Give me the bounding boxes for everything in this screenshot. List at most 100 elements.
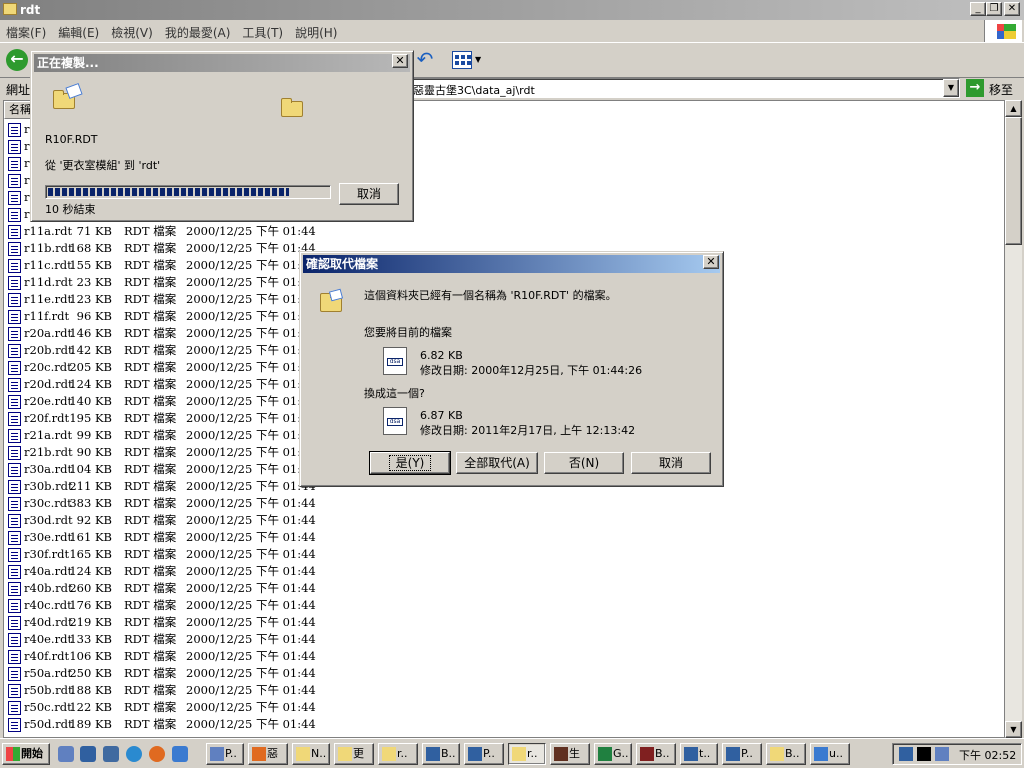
file-name: r21b.rdt (24, 445, 73, 459)
file-row[interactable]: r40f.rdt 106 KB RDT 檔案 2000/12/25 下午 01:44 (8, 648, 316, 665)
yes-button[interactable]: 是(Y) (369, 451, 451, 475)
rdt-file-icon (8, 667, 21, 681)
file-type: RDT 檔案 (124, 564, 177, 578)
file-date: 2000/12/25 下午 01:44 (186, 343, 316, 357)
task-button[interactable]: P.. (722, 743, 762, 765)
task-button[interactable]: 生 (550, 743, 590, 765)
yes-to-all-button[interactable]: 全部取代(A) (456, 452, 538, 474)
task-button[interactable]: u.. (810, 743, 850, 765)
file-row[interactable]: r11f.rdt 96 KB RDT 檔案 2000/12/25 下午 01:44 (8, 308, 316, 325)
tray-network-icon[interactable] (899, 747, 913, 761)
vertical-scrollbar[interactable]: ▲ ▼ (1005, 100, 1022, 738)
task-button[interactable]: r.. (378, 743, 418, 765)
tray-app-icon[interactable] (935, 747, 949, 761)
file-row[interactable]: r11b.rdt 168 KB RDT 檔案 2000/12/25 下午 01:44 (8, 240, 316, 257)
task-icon (598, 747, 612, 761)
undo-icon[interactable]: ↶ (414, 49, 436, 71)
file-row[interactable]: r11d.rdt 23 KB RDT 檔案 2000/12/25 下午 01:44 (8, 274, 316, 291)
file-row[interactable]: r50b.rdt 188 KB RDT 檔案 2000/12/25 下午 01:44 (8, 682, 316, 699)
replace-folder-icon (320, 288, 344, 315)
copy-filename: R10F.RDT (45, 133, 98, 146)
window-title: rdt (20, 3, 41, 17)
replace-dialog-close-button[interactable]: ✕ (703, 255, 719, 269)
file-row[interactable]: r40a.rdt 124 KB RDT 檔案 2000/12/25 下午 01:44 (8, 563, 316, 580)
file-row[interactable]: r11a.rdt 71 KB RDT 檔案 2000/12/25 下午 01:44 (8, 223, 316, 240)
file-type: RDT 檔案 (124, 615, 177, 629)
file-name: r21a.rdt (24, 428, 73, 442)
task-button[interactable]: 惡 (248, 743, 288, 765)
task-button[interactable]: B.. (636, 743, 676, 765)
file-row[interactable]: r50d.rdt 189 KB RDT 檔案 2000/12/25 下午 01:44 (8, 716, 316, 733)
copy-cancel-button[interactable]: 取消 (339, 183, 399, 205)
task-button[interactable]: 更 (334, 743, 374, 765)
copy-dialog-close-button[interactable]: ✕ (392, 54, 408, 68)
file-date: 2000/12/25 下午 01:44 (186, 462, 316, 476)
task-button[interactable]: P.. (206, 743, 244, 765)
file-row[interactable]: r21b.rdt 90 KB RDT 檔案 2000/12/25 下午 01:44 (8, 444, 316, 461)
file-row[interactable]: r40b.rdt 260 KB RDT 檔案 2000/12/25 下午 01:44 (8, 580, 316, 597)
file-row[interactable]: r30e.rdt 161 KB RDT 檔案 2000/12/25 下午 01:44 (8, 529, 316, 546)
scroll-up-button[interactable]: ▲ (1005, 100, 1022, 117)
maximize-button[interactable]: ❐ (986, 2, 1002, 16)
file-date: 2000/12/25 下午 01:44 (186, 683, 316, 697)
address-input[interactable]: 惡靈古堡3C\data_aj\rdt ▼ (408, 78, 960, 98)
chevron-down-icon[interactable]: ▼ (475, 55, 481, 64)
start-button[interactable]: 開始 (2, 743, 50, 765)
task-button[interactable]: B.. (766, 743, 806, 765)
file-row[interactable]: r30b.rdt 211 KB RDT 檔案 2000/12/25 下午 01:44 (8, 478, 316, 495)
views-icon[interactable] (452, 51, 472, 69)
file-row[interactable]: r40d.rdt 219 KB RDT 檔案 2000/12/25 下午 01:44 (8, 614, 316, 631)
task-button[interactable]: t.. (680, 743, 718, 765)
close-button[interactable]: ✕ (1004, 2, 1020, 16)
file-row[interactable]: r21a.rdt 99 KB RDT 檔案 2000/12/25 下午 01:44 (8, 427, 316, 444)
scroll-down-button[interactable]: ▼ (1005, 721, 1022, 738)
quicklaunch-firefox-icon[interactable] (149, 746, 165, 762)
file-date: 2000/12/25 下午 01:44 (186, 649, 316, 663)
scroll-thumb[interactable] (1005, 117, 1022, 245)
file-row[interactable]: r20a.rdt 146 KB RDT 檔案 2000/12/25 下午 01:44 (8, 325, 316, 342)
file-row[interactable]: r50c.rdt 122 KB RDT 檔案 2000/12/25 下午 01:44 (8, 699, 316, 716)
file-size: 23 KB (76, 275, 112, 289)
file-row[interactable]: r30f.rdt 165 KB RDT 檔案 2000/12/25 下午 01:44 (8, 546, 316, 563)
quicklaunch-phone-icon[interactable] (80, 746, 96, 762)
file-row[interactable]: r20e.rdt 140 KB RDT 檔案 2000/12/25 下午 01:44 (8, 393, 316, 410)
file-row[interactable]: r30a.rdt 104 KB RDT 檔案 2000/12/25 下午 01:44 (8, 461, 316, 478)
task-button[interactable]: G.. (594, 743, 632, 765)
no-button[interactable]: 否(N) (544, 452, 624, 474)
file-row[interactable]: r20b.rdt 142 KB RDT 檔案 2000/12/25 下午 01:44 (8, 342, 316, 359)
quicklaunch-ie-icon[interactable] (172, 746, 188, 762)
task-button[interactable]: P.. (464, 743, 504, 765)
clock[interactable]: 下午 02:52 (959, 747, 1016, 763)
file-row[interactable]: r11c.rdt 155 KB RDT 檔案 2000/12/25 下午 01:44 (8, 257, 316, 274)
task-button[interactable]: N.. (292, 743, 330, 765)
go-button[interactable]: → 移至 (964, 78, 1020, 98)
copy-from-to: 從 '更衣室模組' 到 'rdt' (45, 159, 161, 172)
back-arrow-icon[interactable]: ← (6, 49, 28, 71)
file-row[interactable]: r30c.rdt 383 KB RDT 檔案 2000/12/25 下午 01:44 (8, 495, 316, 512)
task-button[interactable]: r.. (508, 743, 546, 765)
file-name: r40d.rdt (24, 615, 73, 629)
file-row[interactable]: r40c.rdt 176 KB RDT 檔案 2000/12/25 下午 01:44 (8, 597, 316, 614)
file-date: 2000/12/25 下午 01:44 (186, 360, 316, 374)
rdt-file-icon (8, 548, 21, 562)
file-row[interactable]: r40e.rdt 133 KB RDT 檔案 2000/12/25 下午 01:44 (8, 631, 316, 648)
cancel-button[interactable]: 取消 (631, 452, 711, 474)
task-icon (814, 747, 828, 761)
file-date: 2000/12/25 下午 01:44 (186, 411, 316, 425)
file-row[interactable]: r20f.rdt 195 KB RDT 檔案 2000/12/25 下午 01:44 (8, 410, 316, 427)
task-button[interactable]: B.. (422, 743, 460, 765)
file-row[interactable]: r30d.rdt 92 KB RDT 檔案 2000/12/25 下午 01:44 (8, 512, 316, 529)
file-row[interactable]: r11e.rdt 123 KB RDT 檔案 2000/12/25 下午 01:44 (8, 291, 316, 308)
address-dropdown-button[interactable]: ▼ (943, 79, 959, 97)
system-tray: 下午 02:52 (892, 743, 1022, 765)
tray-monitor-icon[interactable] (917, 747, 931, 761)
quicklaunch-app-icon[interactable] (103, 746, 119, 762)
quicklaunch-globe-icon[interactable] (126, 746, 142, 762)
file-row[interactable]: r20d.rdt 124 KB RDT 檔案 2000/12/25 下午 01:44 (8, 376, 316, 393)
minimize-button[interactable]: _ (970, 2, 986, 16)
quicklaunch-info-icon[interactable] (58, 746, 74, 762)
file-row[interactable]: r50a.rdt 250 KB RDT 檔案 2000/12/25 下午 01:44 (8, 665, 316, 682)
file-row[interactable]: r20c.rdt 205 KB RDT 檔案 2000/12/25 下午 01:44 (8, 359, 316, 376)
file-type: RDT 檔案 (124, 377, 177, 391)
file-date: 2000/12/25 下午 01:44 (186, 666, 316, 680)
